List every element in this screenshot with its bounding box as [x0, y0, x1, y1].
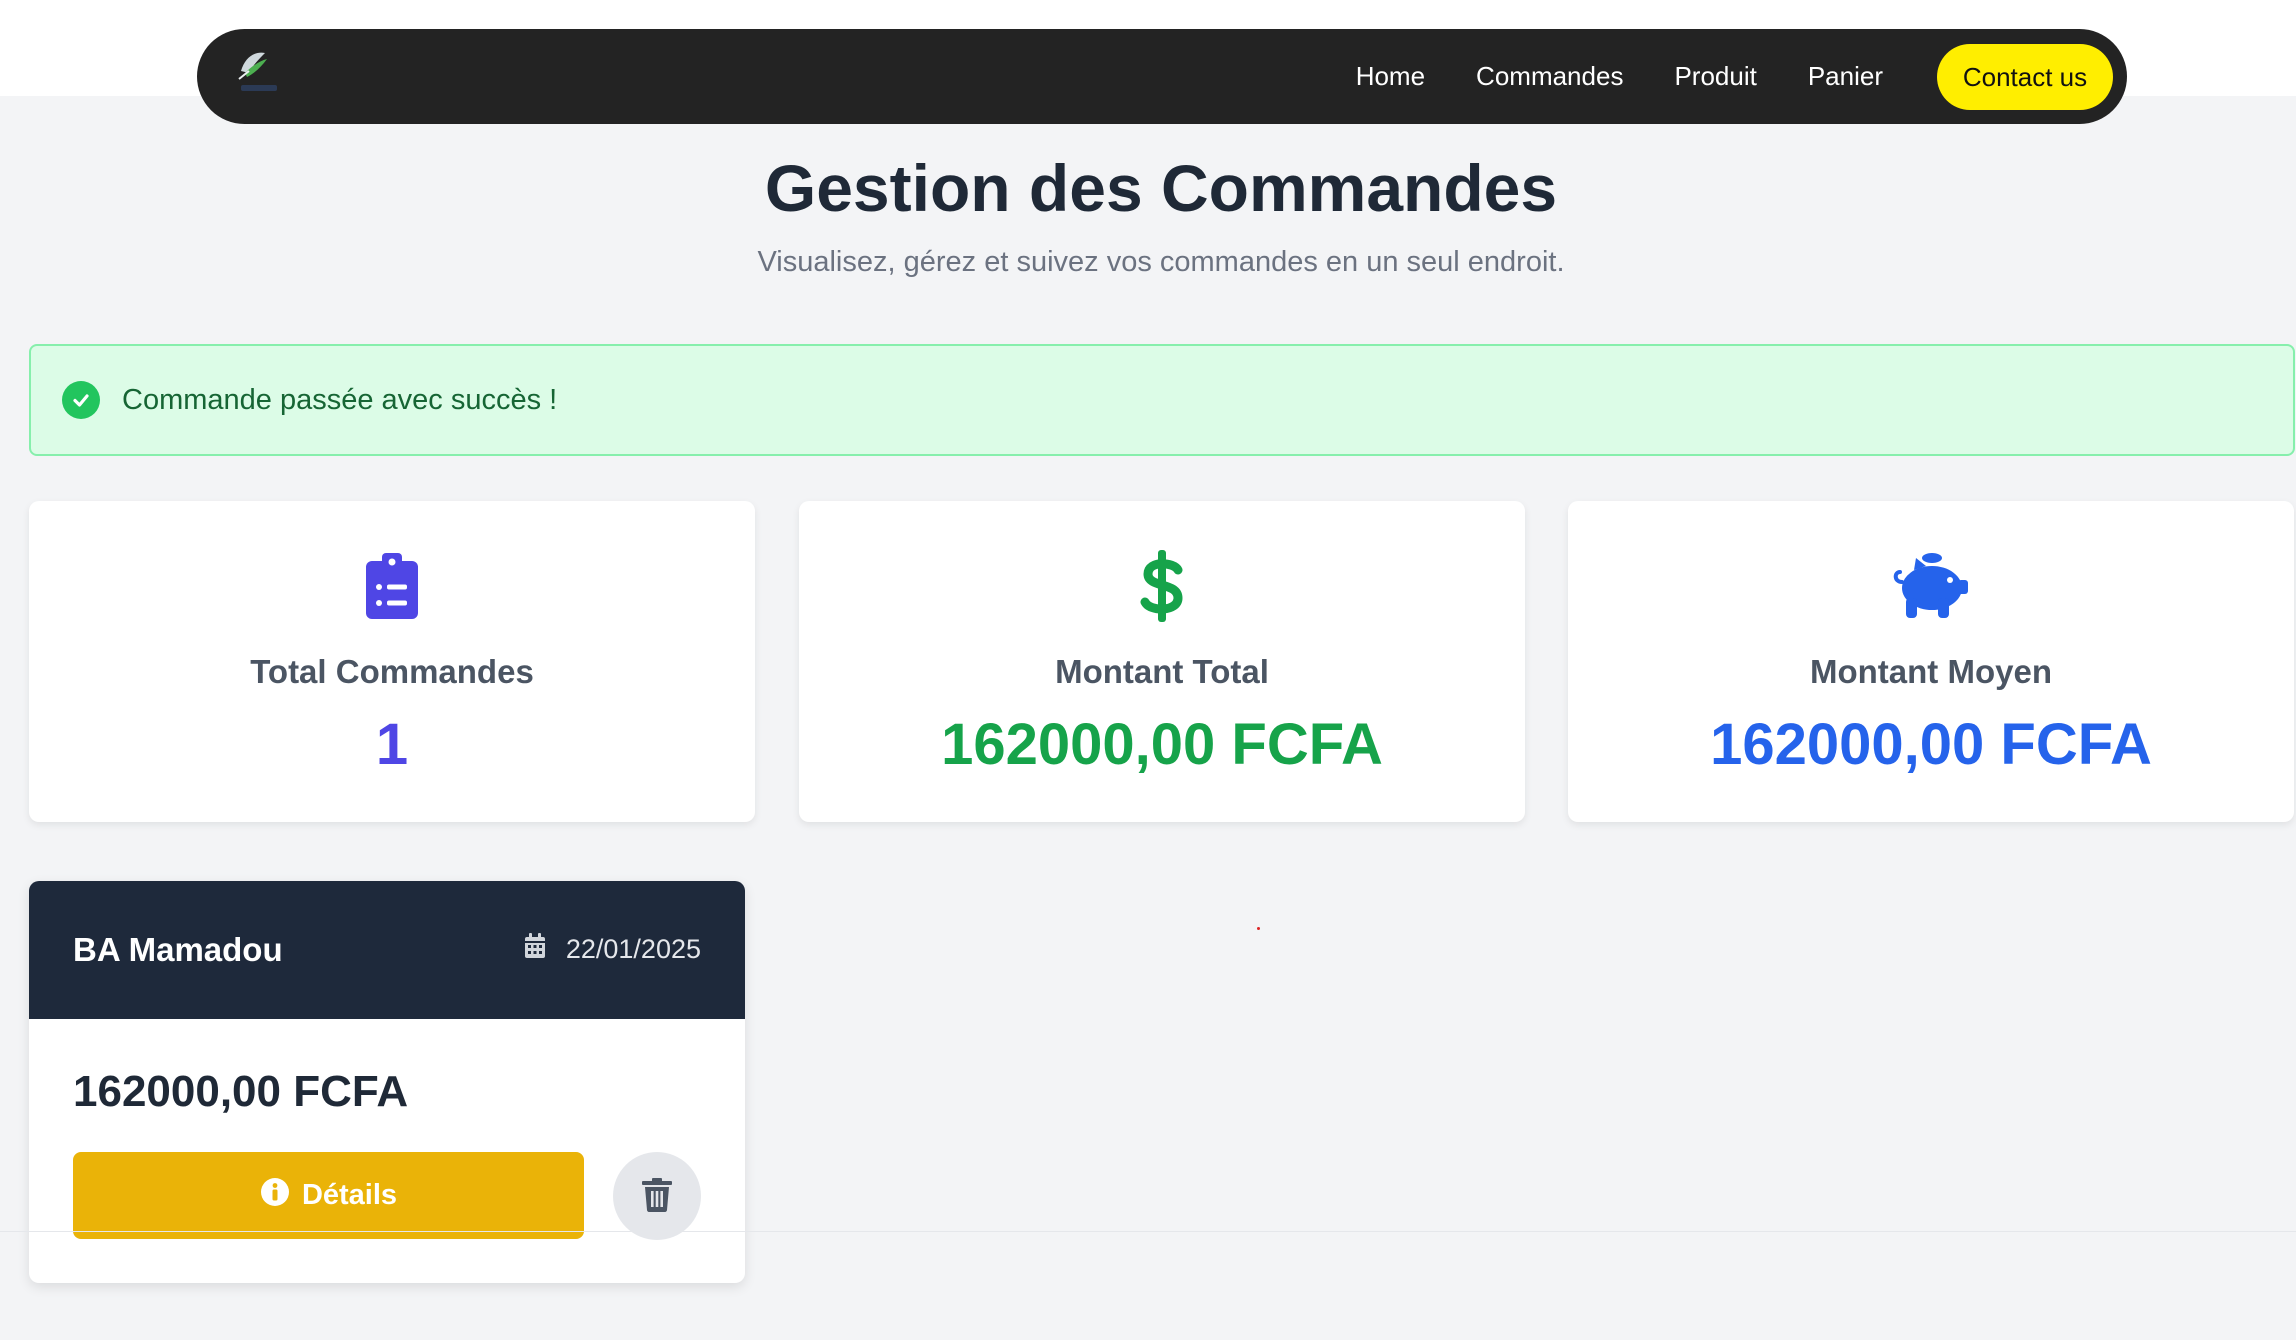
delete-button[interactable] — [613, 1152, 701, 1240]
trash-icon — [642, 1177, 672, 1215]
success-alert: Commande passée avec succès ! — [29, 344, 2295, 456]
clipboard-list-icon — [352, 546, 432, 626]
page-subtitle: Visualisez, gérez et suivez vos commande… — [757, 246, 1565, 278]
stat-label: Montant Total — [1055, 653, 1269, 690]
stat-value: 1 — [375, 712, 409, 777]
details-label: Détails — [301, 1179, 398, 1211]
stat-value: 162000,00 FCFA — [941, 712, 1383, 777]
feather-logo-icon[interactable] — [235, 43, 295, 103]
order-client-name: BA Mamadou — [73, 931, 283, 968]
nav-link-commandes[interactable]: Commandes — [1476, 61, 1623, 92]
order-card: BA Mamadou 22/01/2025 162000,00 FCFA Dét… — [29, 881, 745, 1283]
stat-label: Total Commandes — [250, 653, 534, 690]
nav-links: Home Commandes Produit Panier — [1305, 29, 1883, 124]
piggy-bank-icon — [1891, 546, 1971, 626]
details-button[interactable]: Détails — [73, 1152, 584, 1239]
page-title: Gestion des Commandes — [764, 151, 1558, 225]
stat-card-montant-moyen: Montant Moyen 162000,00 FCFA — [1568, 501, 2294, 822]
order-date: 22/01/2025 — [524, 933, 701, 966]
contact-us-button[interactable]: Contact us — [1937, 44, 2113, 110]
order-card-header: BA Mamadou 22/01/2025 — [29, 881, 745, 1019]
stat-card-montant-total: Montant Total 162000,00 FCFA — [799, 501, 1525, 822]
check-circle-icon — [62, 381, 100, 419]
order-amount: 162000,00 FCFA — [73, 1067, 409, 1116]
dollar-icon — [1122, 546, 1202, 626]
nav-link-panier[interactable]: Panier — [1808, 61, 1883, 92]
stat-label: Montant Moyen — [1810, 653, 2052, 690]
stray-dot — [1257, 927, 1260, 930]
footer-divider — [0, 1231, 2296, 1232]
alert-message: Commande passée avec succès ! — [122, 383, 558, 416]
calendar-icon — [524, 933, 566, 966]
stat-card-total-commandes: Total Commandes 1 — [29, 501, 755, 822]
info-icon — [260, 1177, 302, 1215]
stat-value: 162000,00 FCFA — [1710, 712, 2152, 777]
nav-link-home[interactable]: Home — [1356, 61, 1425, 92]
nav-link-produit[interactable]: Produit — [1674, 61, 1756, 92]
order-date-text: 22/01/2025 — [565, 934, 701, 964]
navbar: Home Commandes Produit Panier Contact us — [197, 29, 2127, 124]
